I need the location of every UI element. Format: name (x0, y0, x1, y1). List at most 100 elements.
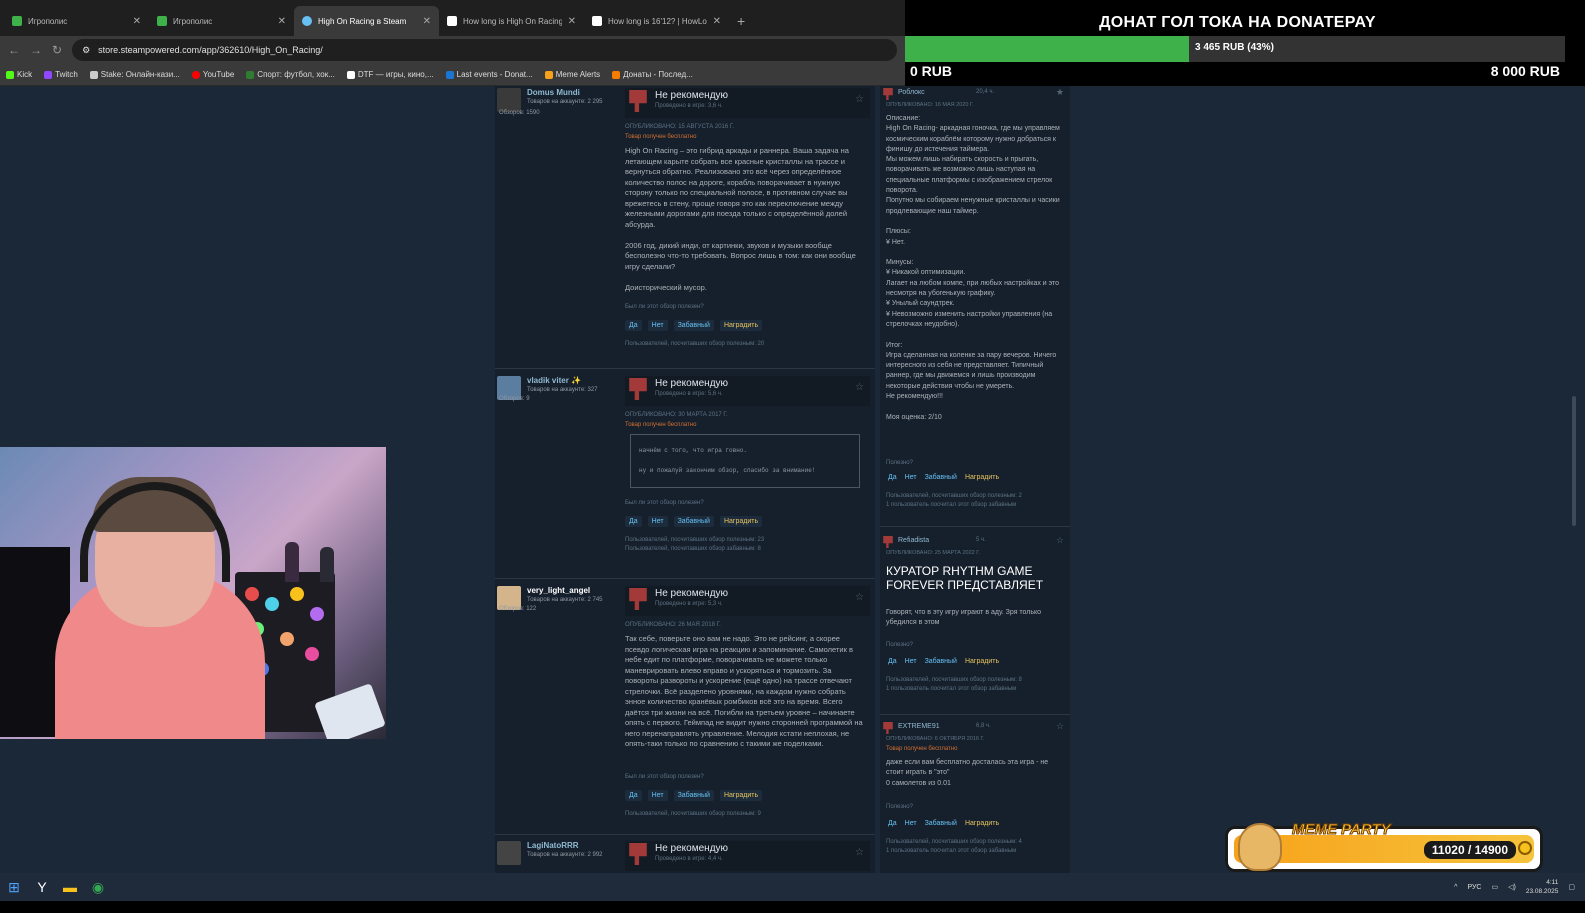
bookmark-donaty[interactable]: Донаты - Послед... (612, 70, 693, 79)
author-name[interactable]: Domus Mundi (527, 88, 580, 97)
bookmark-sport[interactable]: Спорт: футбол, хок... (246, 70, 335, 79)
donation-min: 0 RUB (910, 63, 953, 79)
close-tab-icon[interactable]: ✕ (133, 16, 141, 27)
volume-icon[interactable]: ◁) (1508, 883, 1516, 891)
site-info-icon[interactable]: ⚙ (82, 45, 90, 56)
verdict-title[interactable]: Не рекомендую (655, 378, 728, 389)
bookmark-twitch[interactable]: Twitch (44, 70, 78, 79)
review-buttons: Да Нет Забавный Наградить (625, 320, 763, 331)
windows-start-icon[interactable]: ⊞ (0, 873, 28, 901)
award-button[interactable]: Наградить (719, 790, 763, 801)
posted-date: Опубликовано: 15 августа 2016 г. (625, 124, 735, 130)
vote-yes-button[interactable]: Да (888, 474, 897, 481)
award-button[interactable]: Наградить (719, 516, 763, 527)
reload-icon[interactable]: ↻ (52, 43, 62, 57)
award-button[interactable]: Наградить (965, 820, 999, 827)
sticker (265, 597, 279, 611)
vote-funny-button[interactable]: Забавный (673, 320, 714, 331)
network-icon[interactable]: ▭ (1491, 883, 1498, 891)
review-body: Говорят, что в эту игру играют в аду. Зр… (886, 609, 1042, 627)
award-button[interactable]: Наградить (965, 658, 999, 665)
review-header: Роблокс 20,4 ч. ★ (880, 86, 1070, 102)
helpful-count: Пользователей, посчитавших обзор полезны… (625, 811, 761, 817)
browser-tab[interactable]: How long is 16'12? | HowLong ✕ (584, 6, 729, 36)
award-button[interactable]: Наградить (965, 474, 999, 481)
new-tab-button[interactable]: + (729, 6, 753, 36)
star-icon[interactable]: ☆ (1056, 535, 1064, 546)
back-icon[interactable]: ← (8, 43, 20, 57)
author-products: Товаров на аккаунте: 2 992 (527, 852, 603, 858)
donaty-icon (612, 70, 621, 79)
author-name[interactable]: very_light_angel (527, 586, 590, 595)
star-icon[interactable]: ☆ (855, 847, 864, 858)
author-name[interactable]: vladik viter ✨ (527, 376, 581, 385)
donation-goal-widget: ДОНАТ ГОЛ ТОКА НА DONATEPAY 3 465 RUB (4… (905, 0, 1570, 86)
bookmark-stake[interactable]: Stake: Онлайн-кази... (89, 70, 180, 79)
browser-tab-active[interactable]: High On Racing в Steam ✕ (294, 6, 439, 36)
language-indicator[interactable]: РУС (1467, 884, 1481, 891)
url-bar[interactable]: ⚙ store.steampowered.com/app/362610/High_… (72, 39, 897, 61)
vote-no-button[interactable]: Нет (647, 516, 668, 527)
notifications-icon[interactable]: ▢ (1568, 883, 1575, 891)
bookmark-donat[interactable]: Last events - Donat... (445, 70, 533, 79)
vote-no-button[interactable]: Нет (905, 658, 917, 665)
close-tab-icon[interactable]: ✕ (713, 16, 721, 27)
vote-no-button[interactable]: Нет (905, 820, 917, 827)
vote-yes-button[interactable]: Да (625, 790, 642, 801)
verdict-title[interactable]: Не рекомендую (655, 90, 728, 101)
chrome-icon[interactable]: ◉ (84, 873, 112, 901)
review-body: Описание: High On Racing- аркадная гоноч… (886, 115, 1060, 421)
clock[interactable]: 4:11 23.08.2025 (1526, 878, 1559, 896)
donation-title: ДОНАТ ГОЛ ТОКА НА DONATEPAY (1099, 14, 1376, 31)
avatar[interactable] (497, 88, 521, 112)
taskbar: ⊞ Y ▬ ◉ ^ РУС ▭ ◁) 4:11 23.08.2025 ▢ (0, 873, 1585, 901)
close-tab-icon[interactable]: ✕ (278, 16, 286, 27)
vote-yes-button[interactable]: Да (888, 658, 897, 665)
page-scrollbar[interactable] (1565, 86, 1585, 873)
vote-no-button[interactable]: Нет (647, 790, 668, 801)
divider (495, 578, 875, 579)
figurine (320, 547, 334, 582)
star-icon[interactable]: ☆ (1056, 721, 1064, 732)
avatar[interactable] (497, 841, 521, 865)
author-name[interactable]: LagiNatoRRR (527, 841, 579, 850)
star-icon[interactable]: ☆ (855, 592, 864, 603)
bookmark-meme-alerts[interactable]: Meme Alerts (544, 70, 600, 79)
vote-funny-button[interactable]: Забавный (925, 658, 957, 665)
author-name[interactable]: EXTREME91 (898, 723, 940, 730)
yandex-browser-icon[interactable]: Y (28, 873, 56, 901)
scrollbar-thumb[interactable] (1572, 396, 1576, 526)
author-name[interactable]: Refiadista (898, 537, 929, 544)
vote-funny-button[interactable]: Забавный (925, 820, 957, 827)
vote-funny-button[interactable]: Забавный (925, 474, 957, 481)
forward-icon[interactable]: → (30, 43, 42, 57)
star-icon[interactable]: ★ (1056, 87, 1064, 98)
donation-progress-text: 3 465 RUB (43%) (1195, 42, 1274, 53)
browser-tab[interactable]: How long is High On Racing? | ✕ (439, 6, 584, 36)
vote-no-button[interactable]: Нет (647, 320, 668, 331)
author-name[interactable]: Роблокс (898, 89, 925, 96)
vote-no-button[interactable]: Нет (905, 474, 917, 481)
award-button[interactable]: Наградить (719, 320, 763, 331)
bookmark-kick[interactable]: Kick (6, 70, 32, 79)
vote-funny-button[interactable]: Забавный (673, 790, 714, 801)
star-icon[interactable]: ☆ (855, 382, 864, 393)
verdict-title[interactable]: Не рекомендую (655, 843, 728, 854)
vote-yes-button[interactable]: Да (625, 320, 642, 331)
vote-funny-button[interactable]: Забавный (673, 516, 714, 527)
star-icon[interactable]: ☆ (855, 94, 864, 105)
donation-max: 8 000 RUB (1490, 63, 1560, 79)
close-tab-icon[interactable]: ✕ (423, 16, 431, 27)
tray-chevron-icon[interactable]: ^ (1454, 884, 1457, 891)
bookmark-youtube[interactable]: YouTube (191, 70, 234, 79)
vote-yes-button[interactable]: Да (888, 820, 897, 827)
bookmark-dtf[interactable]: DTF — игры, кино,... (346, 70, 434, 79)
close-tab-icon[interactable]: ✕ (568, 16, 576, 27)
file-explorer-icon[interactable]: ▬ (56, 873, 84, 901)
verdict-title[interactable]: Не рекомендую (655, 588, 728, 599)
review-buttons: Да Нет Забавный Наградить (625, 790, 763, 801)
browser-tab[interactable]: Игрополис ✕ (4, 6, 149, 36)
vote-yes-button[interactable]: Да (625, 516, 642, 527)
review-body: Так себе, поверьте оно вам не надо. Это … (625, 634, 863, 748)
browser-tab[interactable]: Игрополис ✕ (149, 6, 294, 36)
